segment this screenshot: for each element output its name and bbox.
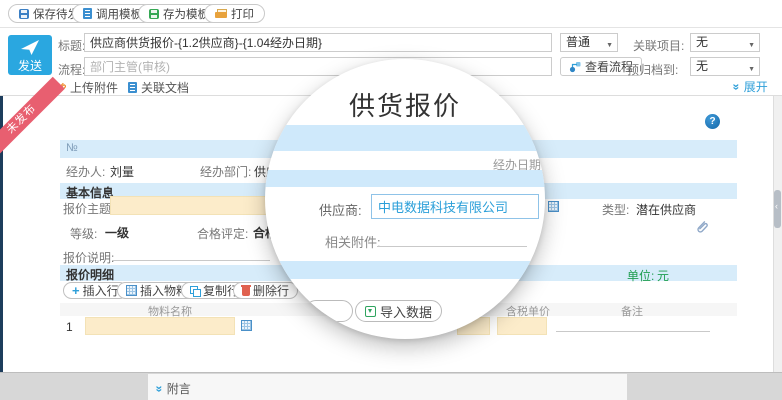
related-project-select[interactable]: 无	[690, 33, 760, 52]
material-grid-icon	[126, 285, 137, 296]
supplier-quote-page: 保存待发 调用模板 存为模板 打印 发送 标题: 普通 关联项	[0, 0, 782, 400]
handler-value: 刘量	[110, 163, 134, 180]
material-name-cell[interactable]	[85, 317, 235, 335]
expand-label: 展开	[744, 78, 768, 95]
chevron-double-down-icon	[733, 80, 740, 94]
level-label: 等级:	[70, 225, 97, 242]
send-button[interactable]: 发送	[8, 35, 52, 75]
related-project-label: 关联项目:	[633, 37, 684, 54]
desc-input[interactable]	[112, 247, 270, 261]
attachment-paperclip-icon[interactable]	[694, 219, 708, 234]
delete-row-label: 删除行	[253, 282, 289, 299]
save-template-icon	[149, 9, 159, 19]
unit-price-cell[interactable]	[497, 317, 547, 335]
import-data-button[interactable]: 导入数据	[355, 300, 442, 322]
priority-select[interactable]: 普通	[560, 33, 618, 52]
caret-down-icon	[606, 35, 613, 54]
basic-section-title: 基本信息	[66, 184, 114, 201]
dept-label: 经办部门:	[200, 163, 251, 180]
title-label: 标题:	[58, 37, 85, 54]
priority-value: 普通	[566, 35, 590, 49]
related-attachment-input[interactable]	[377, 233, 527, 247]
related-attachment-label: 相关附件:	[325, 232, 381, 251]
postscript-toggle[interactable]: 附言	[156, 380, 191, 397]
flow-label: 流程:	[58, 61, 85, 78]
expand-link[interactable]: 展开	[733, 78, 768, 95]
prearchive-label: 预归档到:	[627, 61, 678, 78]
magnifier-circle: 供货报价 经办日期: 供应商: 相关附件: 导入数据	[265, 59, 545, 339]
number-label: №	[66, 142, 78, 154]
magnified-number-bar	[265, 125, 545, 151]
detail-section-title: 报价明细	[66, 266, 114, 283]
postscript-label: 附言	[167, 380, 191, 397]
flow-input[interactable]	[84, 57, 552, 76]
magnified-section-bar	[265, 170, 545, 187]
plus-icon	[72, 284, 80, 298]
unit-value: 元	[657, 267, 669, 284]
prearchive-select[interactable]: 无	[690, 57, 760, 76]
delete-row-button[interactable]: 删除行	[233, 282, 298, 299]
supplier-picker-icon[interactable]	[548, 201, 559, 212]
assess-label: 合格评定:	[197, 225, 248, 242]
import-icon	[365, 306, 376, 317]
paper-plane-icon	[20, 39, 40, 56]
partial-button[interactable]	[305, 300, 353, 322]
right-rail	[773, 96, 782, 372]
related-doc-link[interactable]: 关联文档	[128, 79, 189, 96]
subject-input[interactable]	[110, 196, 283, 215]
level-value: 一级	[105, 224, 129, 241]
supplier-input[interactable]	[371, 194, 539, 219]
copy-icon	[190, 286, 200, 296]
use-template-label: 调用模板	[96, 6, 142, 22]
save-icon	[19, 9, 29, 19]
desc-label: 报价说明:	[63, 249, 114, 266]
form-title: 供货报价	[265, 86, 545, 123]
handler-label: 经办人:	[66, 163, 105, 180]
unit-label: 单位:	[627, 267, 654, 284]
supplier-label: 供应商:	[319, 200, 362, 219]
printer-icon	[215, 9, 227, 19]
upload-attachment-label: 上传附件	[70, 79, 118, 96]
related-project-value: 无	[696, 35, 708, 49]
magnified-detail-bar	[265, 261, 545, 279]
related-doc-label: 关联文档	[141, 79, 189, 96]
postscript-panel: 附言	[148, 374, 627, 400]
flow-icon	[569, 61, 581, 73]
chevron-double-down-icon	[156, 382, 163, 396]
template-doc-icon	[83, 8, 92, 19]
top-toolbar: 保存待发 调用模板 存为模板 打印	[0, 0, 782, 28]
related-doc-icon	[128, 82, 137, 93]
footer-strip: 附言	[0, 372, 782, 400]
row-number: 1	[66, 320, 73, 334]
caret-down-icon	[748, 35, 755, 54]
caret-down-icon	[748, 59, 755, 78]
send-label: 发送	[8, 59, 52, 73]
type-value: 潜在供应商	[636, 201, 696, 218]
help-icon[interactable]	[705, 114, 720, 129]
trash-icon	[242, 287, 250, 296]
scrollbar-thumb[interactable]	[774, 190, 781, 228]
prearchive-value: 无	[696, 59, 708, 73]
type-label: 类型:	[602, 201, 629, 218]
subject-label: 报价主题:	[63, 200, 114, 217]
remark-cell[interactable]	[556, 317, 710, 332]
print-button[interactable]: 打印	[204, 4, 265, 23]
save-as-template-label: 存为模板	[163, 6, 209, 22]
title-input[interactable]	[84, 33, 552, 52]
view-flow-label: 查看流程	[585, 58, 633, 75]
material-picker-icon[interactable]	[241, 320, 252, 331]
import-data-label: 导入数据	[380, 302, 432, 321]
insert-row-label: 插入行	[83, 282, 119, 299]
print-label: 打印	[231, 6, 254, 22]
